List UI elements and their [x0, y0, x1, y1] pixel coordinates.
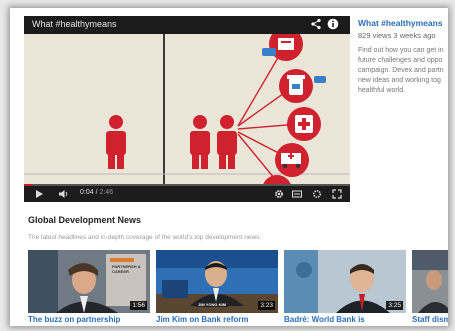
video-thumb[interactable]: Staff dism — [412, 250, 448, 326]
desc-line: Find out how you can get in — [358, 47, 444, 54]
video-player[interactable]: What #healthymeans 0:04 / 2:46 — [24, 16, 350, 205]
fullscreen-icon[interactable] — [332, 189, 342, 199]
duration-badge: 3:23 — [258, 301, 275, 310]
thumbnail-image[interactable]: 3:25 — [284, 250, 406, 313]
video-description: Find out how you can get in future chall… — [358, 46, 448, 96]
gear-icon[interactable] — [312, 189, 322, 199]
share-icon[interactable] — [310, 18, 322, 30]
volume-icon[interactable] — [58, 189, 68, 199]
desc-line: healthful world. — [358, 87, 406, 94]
play-icon[interactable] — [34, 189, 44, 199]
video-frame[interactable] — [24, 27, 350, 205]
video-caption-link[interactable]: Staff dism — [412, 315, 448, 324]
video-thumb[interactable]: JIM YONG KIM 3:23 Jim Kim on Bank reform — [156, 250, 278, 326]
video-list: PARTNERSH & CAREER 1:56 The buzz on part… — [28, 250, 448, 326]
thumb-overlay-text: PARTNERSH & CAREER — [112, 264, 141, 274]
page-frame: What #healthymeans 0:04 / 2:46 What #hea… — [10, 8, 448, 326]
video-illustration — [24, 27, 350, 205]
duration-badge: 1:56 — [130, 301, 147, 310]
video-meta: 829 views 3 weeks ago — [358, 31, 436, 40]
desc-line: future challenges and oppo — [358, 57, 443, 64]
ambulance-icon — [275, 143, 309, 177]
video-thumb[interactable]: PARTNERSH & CAREER 1:56 The buzz on part… — [28, 250, 150, 326]
section-subtitle: The latest headlines and in-depth covera… — [28, 234, 262, 241]
section-title[interactable]: Global Development News — [28, 215, 141, 225]
captions-icon[interactable] — [292, 189, 302, 199]
thumbnail-image[interactable] — [412, 250, 448, 313]
current-time: 0:04 — [80, 189, 94, 196]
video-caption-link[interactable]: Badré: World Bank is — [284, 315, 406, 324]
thumbnail-image[interactable]: JIM YONG KIM 3:23 — [156, 250, 278, 313]
desc-line: campaign. Devex and partn — [358, 67, 444, 74]
video-title-link[interactable]: What #healthymeans — [358, 18, 448, 28]
duration-time: 2:46 — [99, 189, 114, 196]
thumbnail-image[interactable]: PARTNERSH & CAREER 1:56 — [28, 250, 150, 313]
desc-line: new ideas and working tog — [358, 77, 441, 84]
video-caption-link[interactable]: Jim Kim on Bank reform — [156, 315, 278, 324]
player-title-bar: What #healthymeans — [24, 16, 350, 34]
settings-icon[interactable] — [274, 189, 284, 199]
video-title-overlay[interactable]: What #healthymeans — [32, 19, 117, 29]
video-info: What #healthymeans 829 views 3 weeks ago… — [358, 18, 448, 128]
info-icon[interactable] — [327, 18, 339, 30]
player-controls: 0:04 / 2:46 — [24, 184, 350, 202]
video-thumb[interactable]: 3:25 Badré: World Bank is — [284, 250, 406, 326]
thumb-overlay-text: JIM YONG KIM — [196, 302, 228, 307]
pill-bottle-icon — [279, 69, 313, 103]
time-display: 0:04 / 2:46 — [80, 189, 114, 196]
medical-kit-icon — [287, 107, 321, 141]
progress-fill — [24, 184, 32, 186]
duration-badge: 3:25 — [386, 301, 403, 310]
progress-bar[interactable] — [24, 184, 350, 186]
video-caption-link[interactable]: The buzz on partnership — [28, 315, 150, 324]
